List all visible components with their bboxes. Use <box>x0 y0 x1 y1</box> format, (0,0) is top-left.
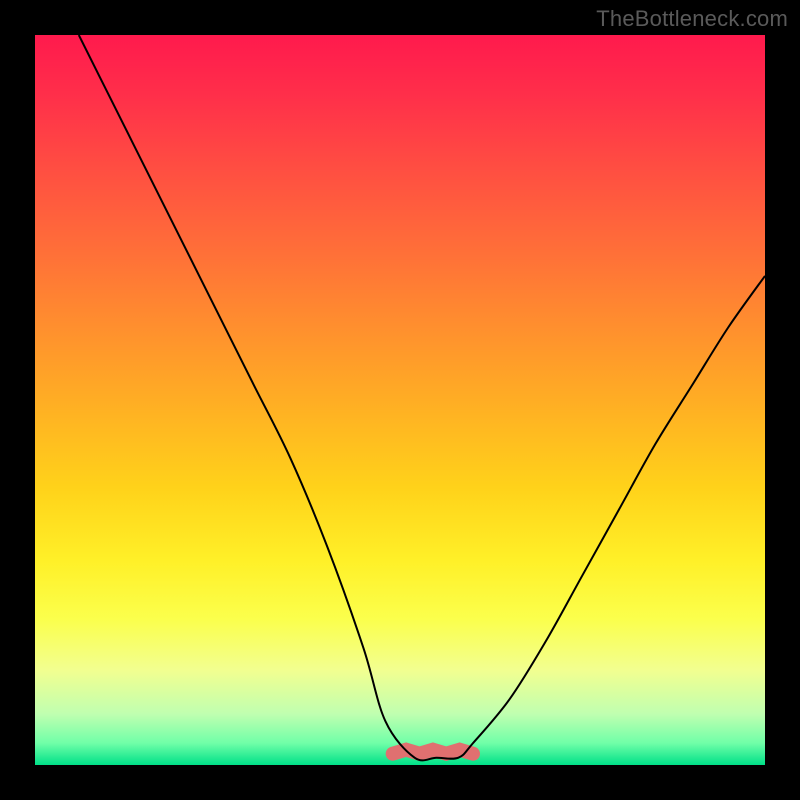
chart-frame: TheBottleneck.com <box>0 0 800 800</box>
chart-svg <box>35 35 765 765</box>
watermark-text: TheBottleneck.com <box>596 6 788 32</box>
plot-area <box>35 35 765 765</box>
bottleneck-curve <box>79 35 765 760</box>
